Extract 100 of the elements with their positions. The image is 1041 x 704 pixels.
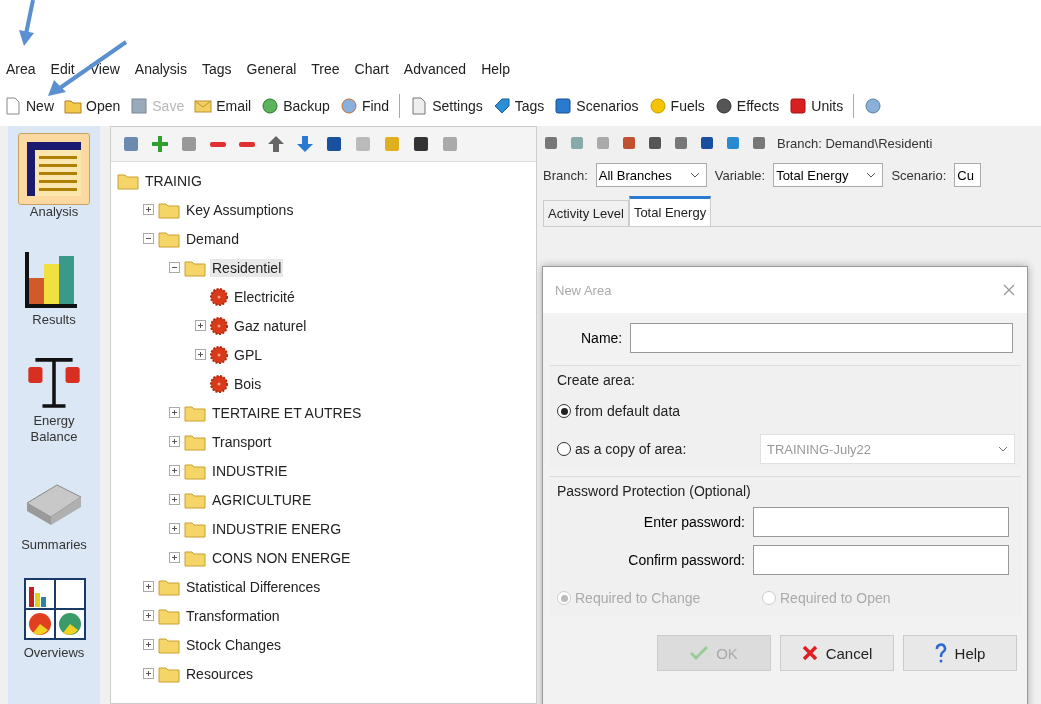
toolbar-button[interactable]: Scenarios [554,97,639,115]
toolbar-button[interactable]: New [4,97,54,115]
input-field[interactable] [630,323,1013,353]
expander-icon[interactable] [169,523,180,534]
radio-label: Required to Open [780,590,891,606]
menu-item[interactable]: Area [6,61,36,77]
dialog-button[interactable]: Help [903,635,1017,671]
envelope-icon [194,97,213,115]
tab[interactable]: Total Energy [628,196,712,226]
toolbar-button[interactable]: Tags [492,97,545,115]
expander-icon[interactable] [143,204,154,215]
branch-label[interactable]: GPL [232,345,264,364]
branch-label[interactable]: Bois [232,374,264,393]
expander-icon[interactable] [195,349,206,360]
password-field[interactable] [753,545,1009,575]
toolbar-icon[interactable] [543,135,559,151]
branch-label[interactable]: Demand [184,229,241,248]
branch-label[interactable]: Gaz naturel [232,316,309,335]
branch-label[interactable]: AGRICULTURE [210,490,314,509]
group-title: Create area: [557,372,636,388]
radio-button[interactable] [557,404,571,418]
help-icon [934,643,947,663]
toolbar-icon[interactable] [725,135,741,151]
sidebar-item[interactable]: Analysis [19,134,89,221]
filter-label: Scenario: [891,167,947,183]
expander-icon[interactable] [169,552,180,563]
branch-label[interactable]: Electricité [232,287,297,306]
dropdown[interactable]: Total Energy [773,163,884,187]
field-label: Enter password: [642,514,745,530]
toolbar-button[interactable]: Settings [410,97,483,115]
expander-icon[interactable] [169,494,180,505]
branch-label[interactable]: Statistical Differences [184,577,323,596]
sidebar-item[interactable]: Summaries [19,467,89,554]
toolbar-icon[interactable] [751,135,767,151]
circle-icon [339,97,358,115]
check-icon [690,646,709,660]
radio-label: Required to Change [575,590,701,606]
password-field[interactable] [753,507,1009,537]
sidebar-item[interactable]: Results [19,242,89,329]
up-arrow-icon[interactable] [266,134,286,154]
expander-icon[interactable] [143,610,154,621]
radio-button[interactable] [557,442,571,456]
menu-item[interactable]: Edit [50,61,75,77]
expander-icon[interactable] [169,407,180,418]
add-icon[interactable] [150,134,170,154]
tab[interactable]: Activity Level [543,200,629,226]
branch-label[interactable]: Residentiel [210,258,284,277]
close-icon [801,645,818,661]
down-arrow-icon[interactable] [295,134,315,154]
expander-icon[interactable] [143,668,154,679]
menu-item[interactable]: Tags [201,61,232,77]
branch-label[interactable]: INDUSTRIE ENERG [210,519,344,538]
gear-icon [210,316,228,335]
field-label: Confirm password: [627,552,745,568]
toolbar-icon[interactable] [647,135,663,151]
circle-icon [714,97,733,115]
expander-icon[interactable] [143,639,154,650]
toolbar-button[interactable]: Units [789,97,844,115]
toolbar-button[interactable]: Fuels [648,97,705,115]
expander-icon[interactable] [143,581,154,592]
menu-item[interactable]: Help [481,61,510,77]
filter-label: Variable: [714,167,766,183]
menu-item[interactable]: General [246,61,297,77]
dropdown[interactable]: All Branches [595,163,707,187]
toolbar-icon[interactable] [699,135,715,151]
sidebar-item[interactable]: Energy Balance [14,350,94,445]
menu-item[interactable]: Advanced [403,61,467,77]
sidebar-item[interactable]: Overviews [19,575,89,662]
toolbar-button[interactable]: Open [64,97,121,115]
dialog-button[interactable]: Cancel [780,635,894,671]
expander-icon[interactable] [169,436,180,447]
pointer-arrow [18,0,36,46]
chevron-icon [866,172,877,178]
branch-label[interactable]: Key Assumptions [184,200,296,219]
toolbar-icon[interactable] [673,135,689,151]
menu-item[interactable]: Chart [354,61,389,77]
toolbar-button[interactable]: Backup [261,97,330,115]
branch-label[interactable]: Stock Changes [184,635,283,654]
expander-icon[interactable] [143,233,154,244]
branch-label[interactable]: TRAINIG [143,171,204,190]
dropdown[interactable]: Cu [954,163,981,187]
expander-icon[interactable] [195,320,206,331]
square-icon [554,97,573,115]
toolbar-button[interactable]: Effects [714,97,780,115]
document-icon [4,97,22,115]
menu-item[interactable]: View [89,61,120,77]
radio-label: from default data [575,403,681,419]
branch-label[interactable]: Resources [184,664,255,683]
branch-label[interactable]: CONS NON ENERGE [210,548,353,567]
expander-icon[interactable] [169,465,180,476]
branch-label[interactable]: Transport [210,432,274,451]
toolbar-button[interactable]: Find [339,97,390,115]
expander-icon[interactable] [169,262,180,273]
menu-item[interactable]: Tree [311,61,340,77]
toolbar-icon[interactable] [621,135,637,151]
toolbar-button[interactable]: Email [194,97,252,115]
menu-item[interactable]: Analysis [134,61,187,77]
branch-label[interactable]: Transformation [184,606,282,625]
branch-label[interactable]: INDUSTRIE [210,461,290,480]
branch-label[interactable]: TERTAIRE ET AUTRES [210,403,364,422]
